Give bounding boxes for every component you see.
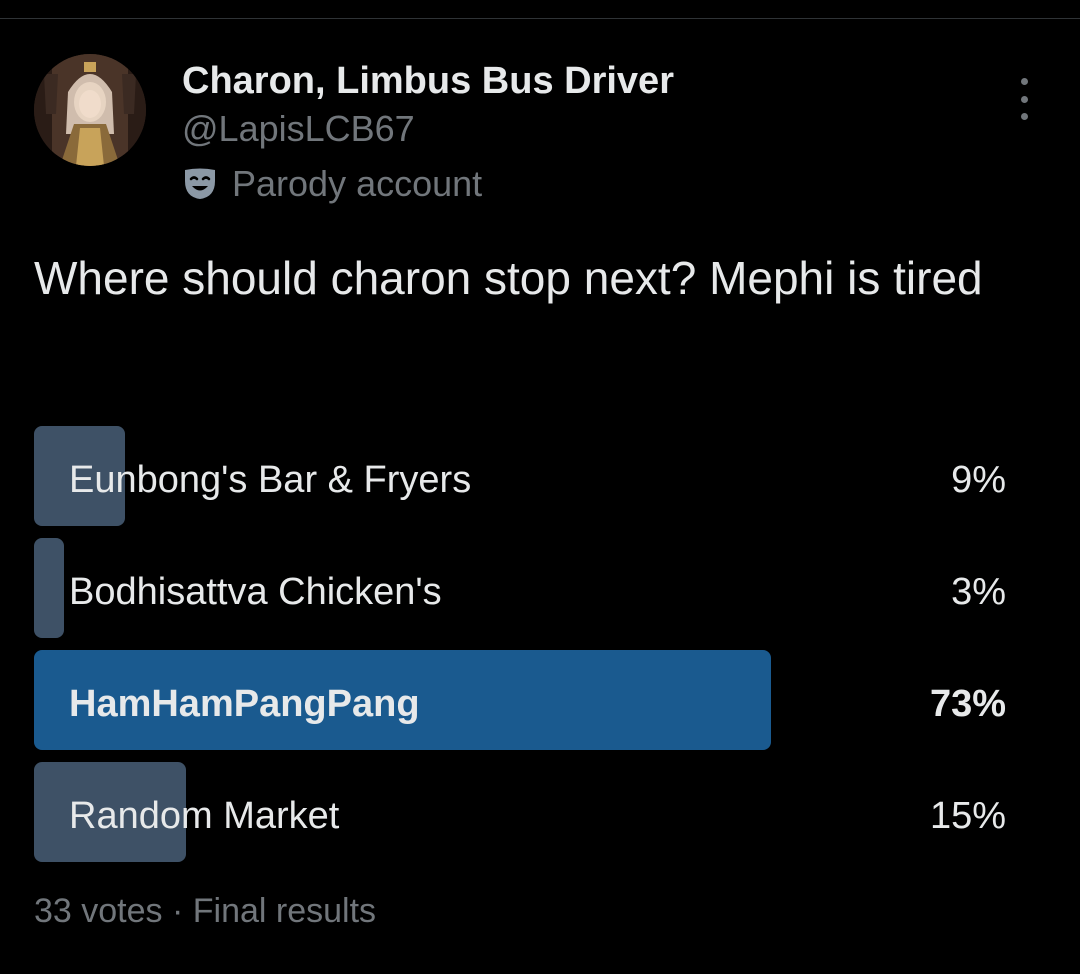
poll-option-bar [34, 538, 64, 638]
poll-option-label: Eunbong's Bar & Fryers [69, 459, 472, 501]
poll-option-percent: 15% [929, 795, 1006, 837]
poll-option: Random Market 15% [34, 762, 1006, 862]
author-handle[interactable]: @LapisLCB67 [182, 104, 674, 154]
poll-option-percent: 3% [951, 571, 1006, 613]
poll-option: Eunbong's Bar & Fryers 9% [34, 426, 1006, 526]
poll-option-percent: 9% [951, 459, 1006, 501]
poll-option-label: Bodhisattva Chicken's [69, 571, 442, 613]
poll-option-percent: 73% [929, 683, 1006, 725]
more-vertical-icon [1020, 78, 1028, 85]
poll-footer: 33 votes · Final results [34, 892, 377, 930]
more-options-button[interactable] [1006, 78, 1042, 120]
author-header: Charon, Limbus Bus Driver @LapisLCB67 Pa… [182, 58, 674, 208]
tweet-text: Where should charon stop next? Mephi is … [34, 252, 983, 304]
avatar-image [34, 54, 146, 166]
parody-account-label: Parody account [232, 163, 483, 204]
author-display-name[interactable]: Charon, Limbus Bus Driver [182, 58, 674, 104]
poll-option: HamHamPangPang 73% [34, 650, 1006, 750]
top-divider [0, 18, 1080, 19]
poll-option: Bodhisattva Chicken's 3% [34, 538, 1006, 638]
theater-mask-icon [182, 167, 218, 201]
more-vertical-icon-dot [1020, 113, 1028, 120]
poll-option-label: HamHamPangPang [69, 683, 420, 725]
avatar[interactable] [34, 54, 146, 166]
parody-label-row: Parody account [182, 160, 674, 208]
tweet-page: Charon, Limbus Bus Driver @LapisLCB67 Pa… [0, 0, 1080, 974]
more-vertical-icon-dot [1020, 95, 1028, 103]
poll: Eunbong's Bar & Fryers 9% Bodhisattva Chic… [34, 426, 1006, 874]
poll-option-label: Random Market [69, 795, 340, 837]
